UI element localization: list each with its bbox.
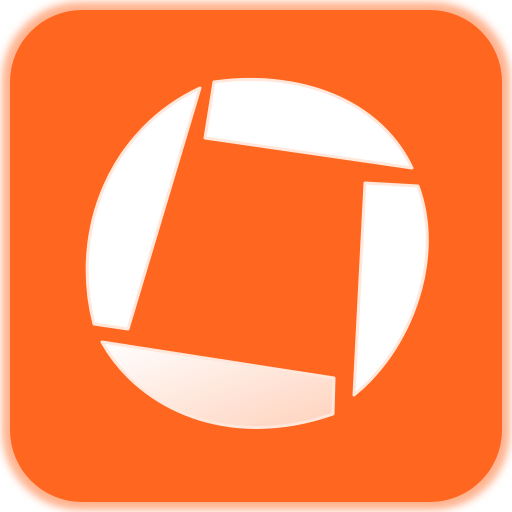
app-icon-container[interactable] <box>0 0 512 512</box>
app-icon[interactable] <box>0 0 512 512</box>
